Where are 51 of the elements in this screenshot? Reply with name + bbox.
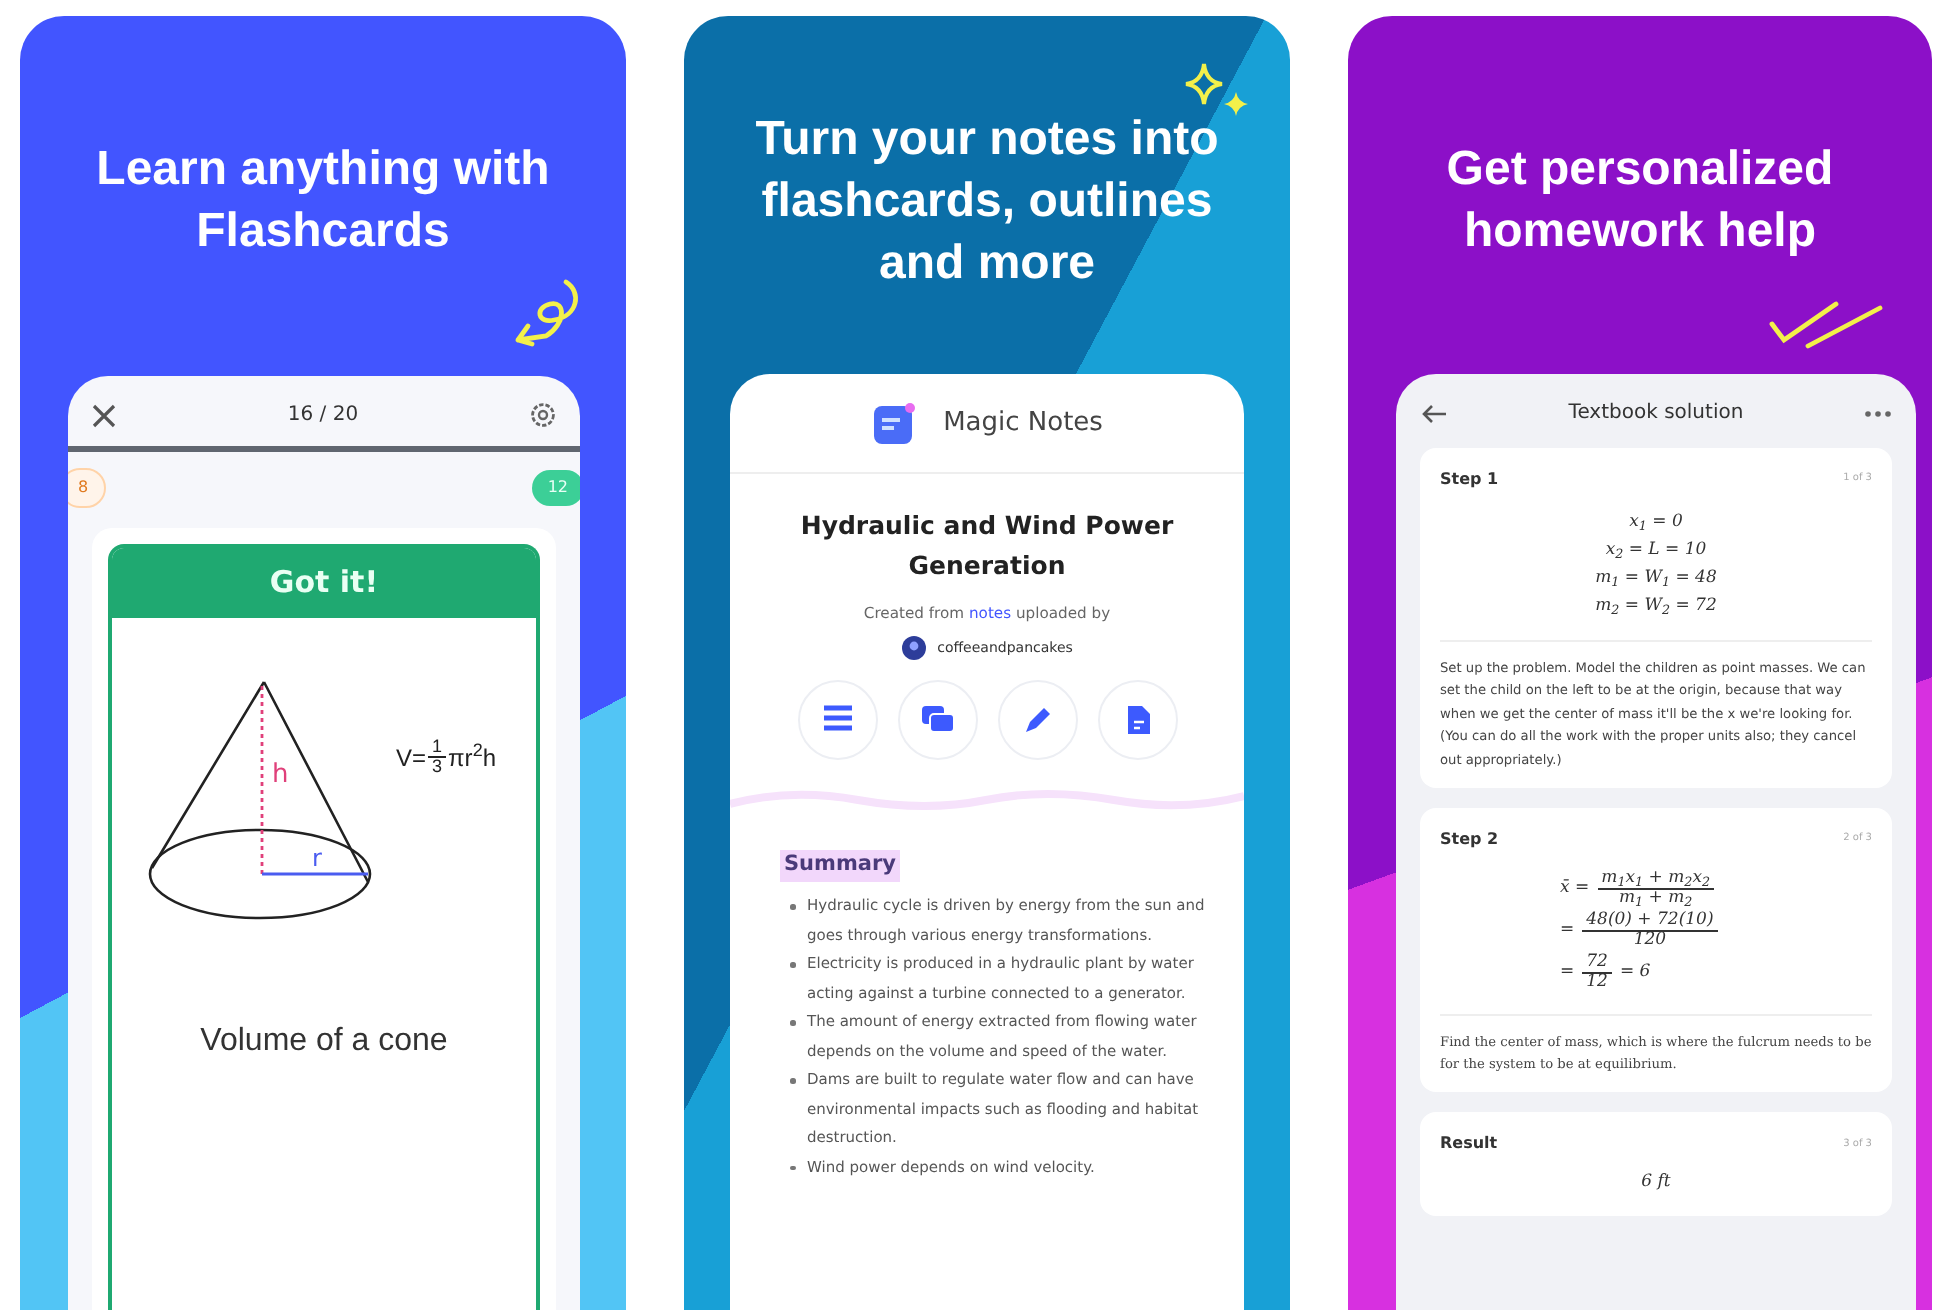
math-text: = — [1560, 961, 1575, 984]
card-term: Volume of a cone — [198, 1021, 450, 1061]
bullet-icon — [790, 962, 795, 968]
more-icon[interactable] — [1863, 409, 1892, 417]
bullet-icon — [790, 1020, 795, 1026]
step-title: Step 2 — [1440, 828, 1499, 853]
denominator: 12 — [1586, 973, 1608, 992]
math-text: = 6 — [1619, 961, 1651, 984]
count-pill: 8 — [68, 468, 107, 508]
numerator: 72 — [1582, 953, 1612, 974]
numerator: 48(0) + 72(10) — [1582, 911, 1718, 932]
bullet-icon — [790, 1165, 795, 1171]
denominator: 3 — [432, 758, 443, 777]
tool-button[interactable] — [1097, 680, 1177, 761]
numerator: 1 — [428, 737, 447, 758]
headline: Learn anything with Flashcards — [94, 140, 552, 262]
radius-label: r — [312, 845, 322, 869]
result-value: 6 ft — [1641, 1170, 1671, 1197]
note-title: Hydraulic and Wind Power Generation — [798, 508, 1176, 584]
headline: Get personalized homework help — [1444, 140, 1836, 262]
math-text: = — [1560, 919, 1575, 942]
formula-text: V= — [396, 741, 427, 775]
numerator: m$_{1}$x$_{1}$ + m$_{2}$x$_{2}$ — [1597, 870, 1715, 890]
close-icon[interactable] — [92, 403, 116, 427]
progress-counter: 16 / 20 — [287, 402, 359, 430]
math-line: m$_{1}$ = W$_{1}$ = 48 — [1595, 566, 1717, 592]
settings-icon[interactable] — [530, 402, 556, 428]
tool-button[interactable] — [797, 680, 877, 761]
avatar-icon — [901, 636, 926, 661]
tool-button[interactable] — [997, 680, 1077, 761]
denominator: m$_{1}$ + m$_{2}$ — [1618, 889, 1693, 908]
math-line: x$_{2}$ = L = 10 — [1605, 538, 1707, 564]
app-title: Magic Notes — [943, 406, 1103, 443]
card-banner: Got it! — [112, 548, 536, 617]
formula-text: πr$^{2}$h — [448, 739, 497, 775]
back-arrow-icon[interactable] — [1420, 403, 1448, 423]
bullet-icon — [790, 1078, 795, 1084]
count-pill: 12 — [531, 470, 580, 506]
headline: Turn your notes into flashcards, outlines and more — [753, 109, 1221, 293]
math-line: x$_{1}$ = 0 — [1629, 510, 1683, 536]
section-title: Summary — [780, 850, 901, 883]
denominator: 120 — [1633, 931, 1667, 950]
math-line: m$_{2}$ = W$_{2}$ = 72 — [1595, 594, 1717, 620]
screen-title: Textbook solution — [1568, 400, 1744, 428]
math-text: x̄ = — [1560, 877, 1590, 900]
height-label: h — [272, 761, 289, 787]
bullet-icon — [790, 904, 795, 910]
tool-button[interactable] — [897, 680, 977, 761]
step-title: Result — [1440, 1132, 1498, 1157]
notes-app-icon — [871, 402, 916, 446]
step-title: Step 1 — [1440, 468, 1499, 492]
